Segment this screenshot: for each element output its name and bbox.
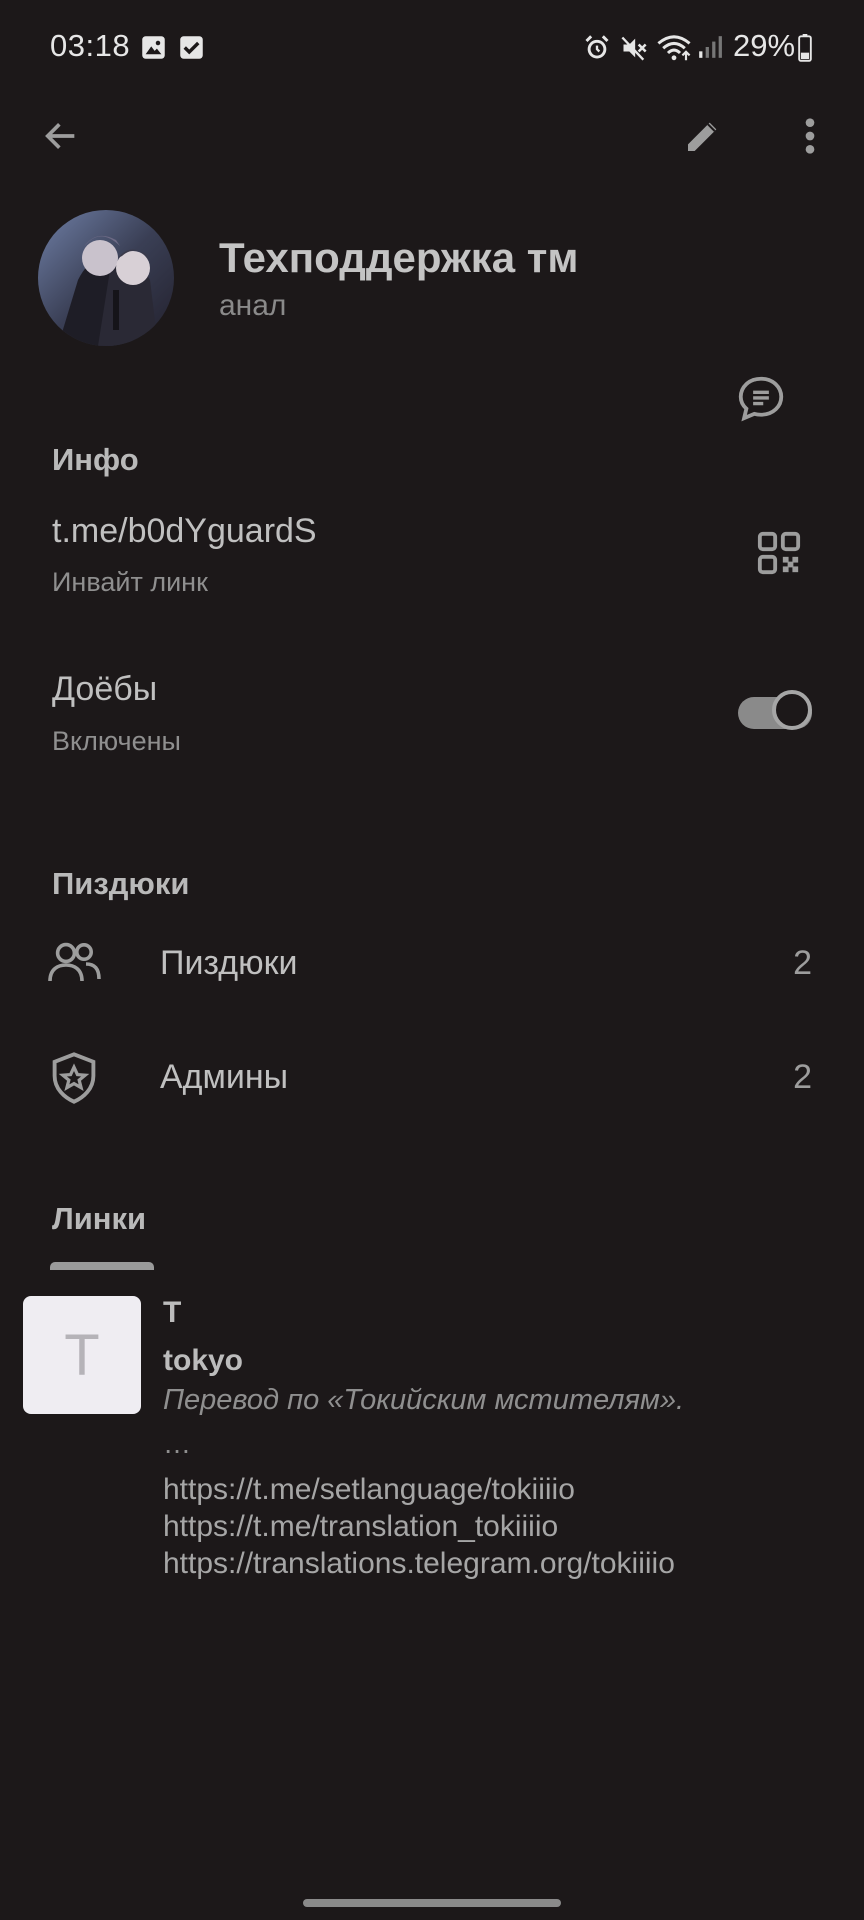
admins-label: Админы (160, 1058, 289, 1096)
invite-link[interactable]: t.me/b0dYguardS (52, 512, 317, 551)
link-thumbnail[interactable]: T (23, 1296, 141, 1414)
link-url-1[interactable]: https://t.me/setlanguage/tokiiiio (163, 1473, 575, 1507)
admin-shield-icon (48, 1050, 100, 1106)
info-section-title: Инфо (52, 442, 139, 477)
channel-subtitle: анал (219, 289, 287, 322)
wifi-icon (656, 32, 692, 62)
qr-code-icon (756, 530, 802, 576)
link-ellipsis: … (163, 1428, 191, 1459)
pencil-icon (683, 116, 723, 156)
edit-button[interactable] (675, 108, 731, 164)
signal-icon (697, 34, 723, 60)
toggle-title: Доёбы (52, 670, 158, 708)
toggle-knob[interactable] (772, 690, 812, 730)
battery-percent: 29% (733, 28, 796, 63)
members-count: 2 (793, 944, 812, 982)
battery-icon (796, 34, 814, 62)
tab-links[interactable]: Линки (52, 1201, 146, 1237)
more-options-button[interactable] (782, 108, 838, 164)
admins-count: 2 (793, 1058, 812, 1096)
back-button[interactable] (33, 108, 89, 164)
alarm-icon (583, 34, 611, 62)
members-section-title: Пиздюки (52, 866, 190, 901)
invite-link-label: Инвайт линк (52, 567, 208, 597)
mute-icon (620, 34, 648, 62)
discussion-button[interactable] (722, 360, 798, 436)
toggle-status: Включены (52, 726, 181, 756)
chat-bubble-icon (734, 372, 788, 426)
members-label: Пиздюки (160, 944, 298, 982)
link-description: Перевод по «Токийским мстителям». (163, 1384, 685, 1416)
gallery-icon (140, 34, 167, 61)
qr-code-button[interactable] (756, 530, 802, 576)
arrow-back-icon (41, 116, 81, 156)
check-box-icon (178, 34, 205, 61)
members-row[interactable]: Пиздюки 2 (0, 920, 864, 1010)
home-indicator[interactable] (303, 1899, 561, 1907)
people-icon (46, 940, 102, 986)
admins-row[interactable]: Админы 2 (0, 1032, 864, 1122)
channel-name: Техподдержка тм (219, 234, 579, 281)
link-title: tokyo (163, 1344, 244, 1377)
link-url-2[interactable]: https://t.me/translation_tokiiiio (163, 1510, 558, 1544)
link-letter: T (163, 1296, 182, 1329)
tab-indicator (50, 1262, 154, 1270)
more-vertical-icon (803, 116, 817, 156)
channel-avatar[interactable] (38, 210, 174, 346)
status-time: 03:18 (50, 28, 131, 63)
link-url-3[interactable]: https://translations.telegram.org/tokiii… (163, 1547, 675, 1581)
